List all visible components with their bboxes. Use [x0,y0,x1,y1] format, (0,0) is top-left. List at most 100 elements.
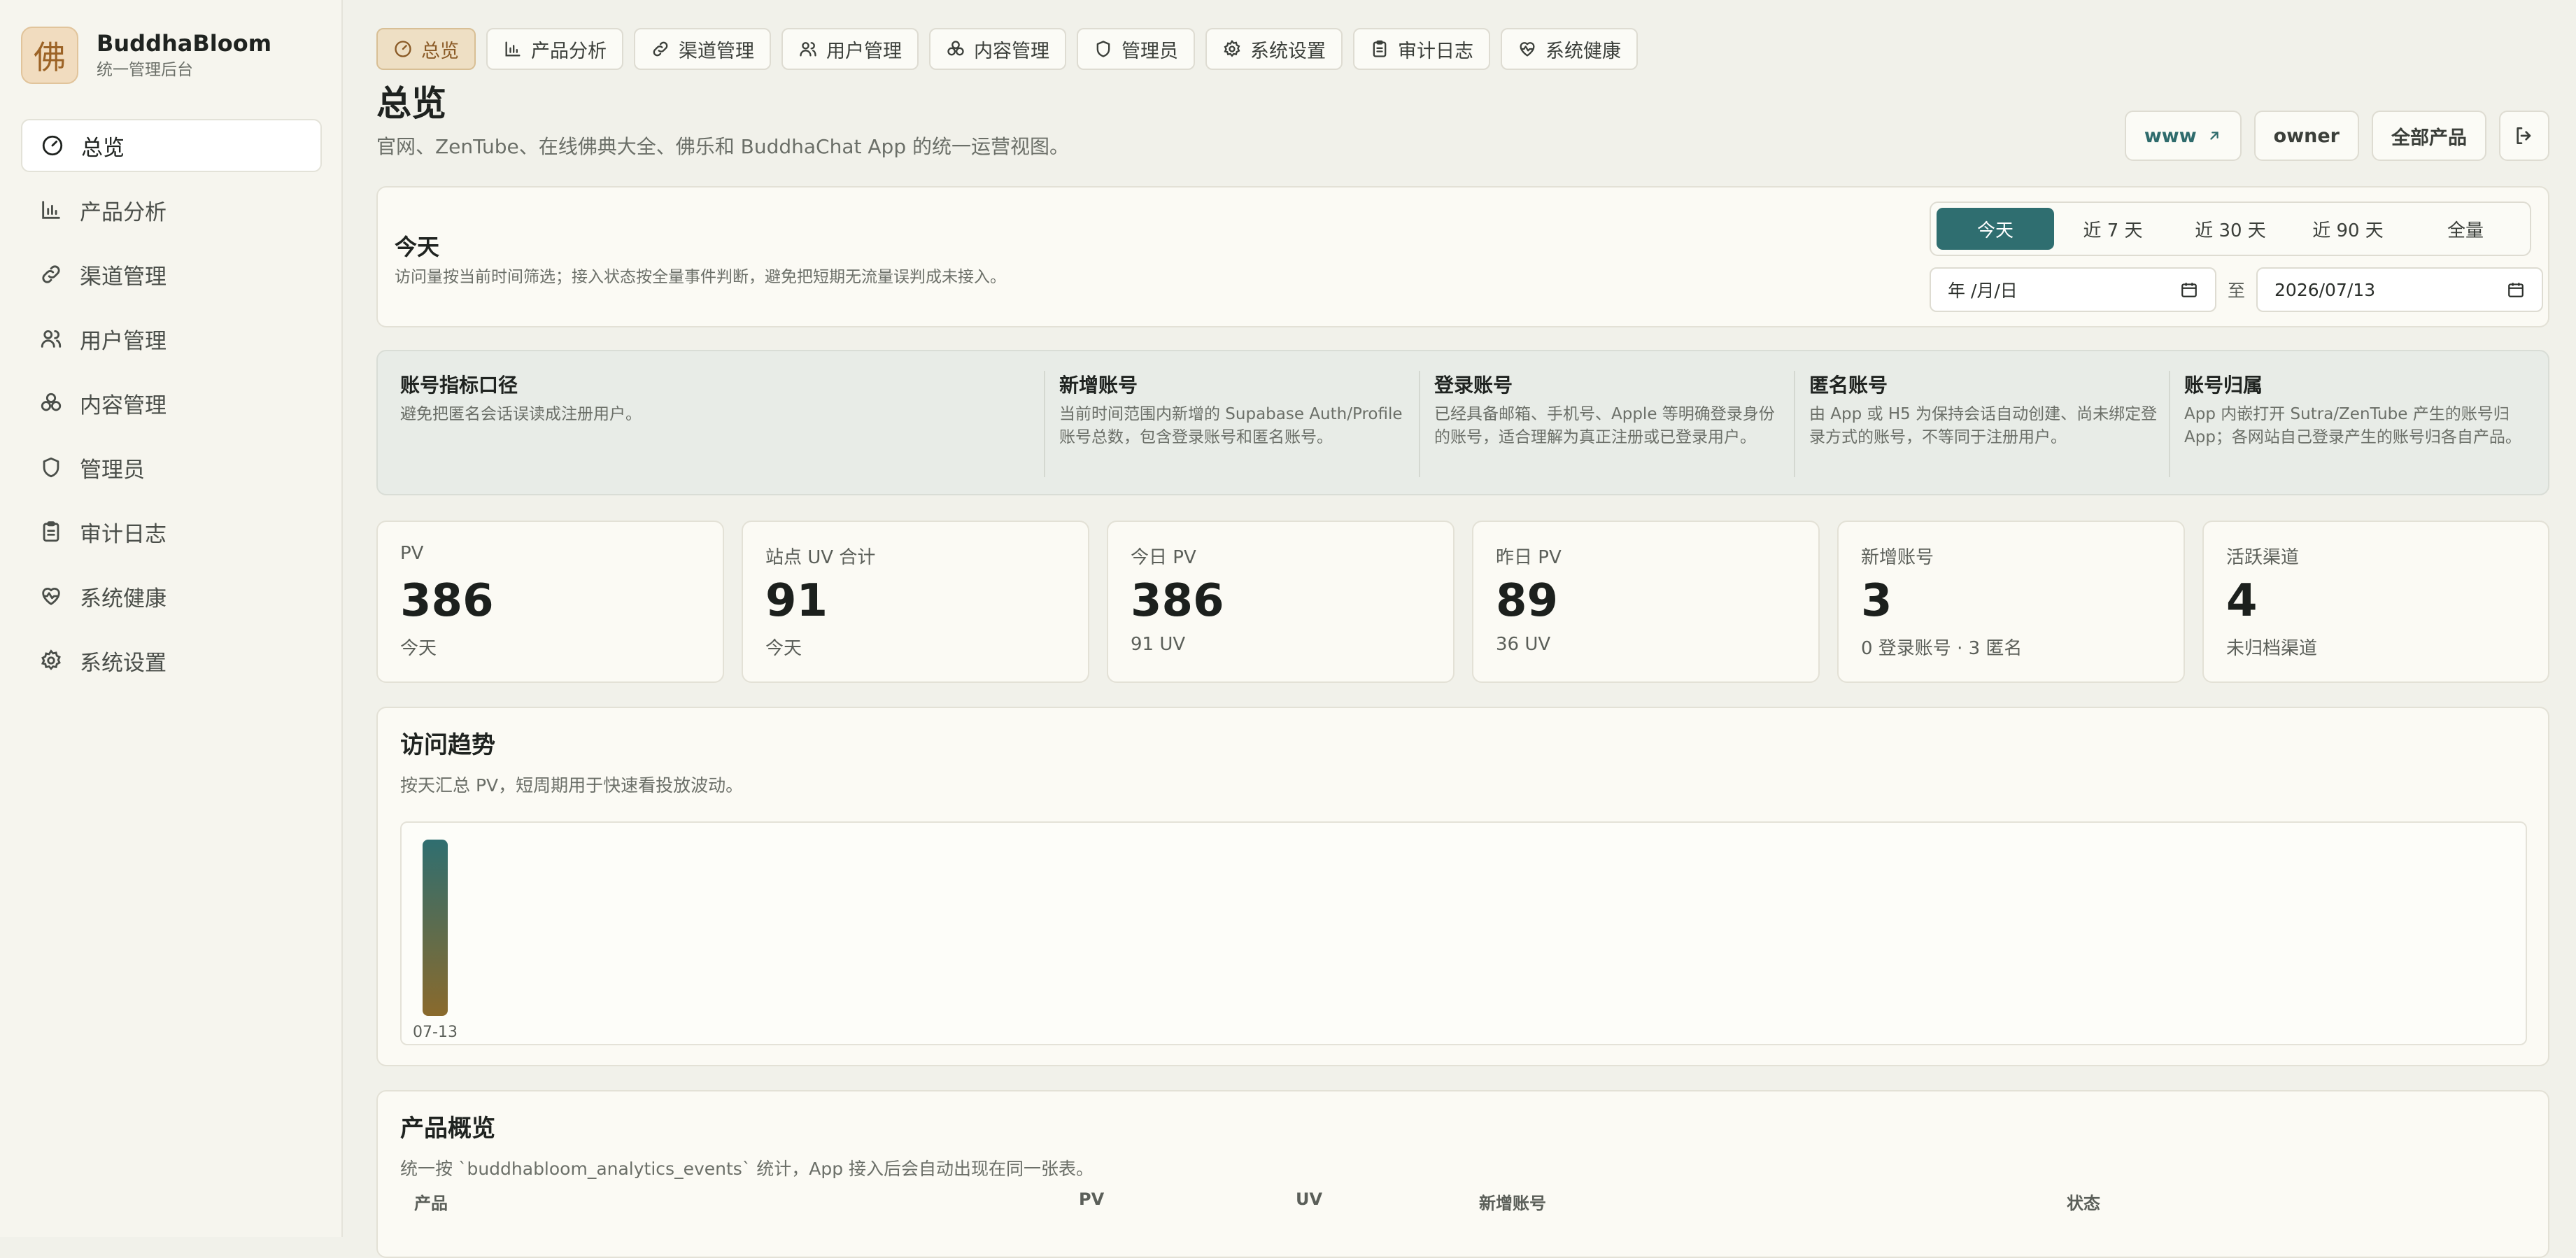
sidebar-item-label: 审计日志 [80,521,167,547]
start-date-input[interactable]: 年 /月/日 [1930,267,2216,312]
stat-card-new-accounts: 新增账号 3 0 登录账号 · 3 匿名 [1837,521,2185,683]
table-header-new-accounts[interactable]: 新增账号 [1479,1189,1546,1214]
tab-label: 审计日志 [1398,40,1473,62]
table-header-pv[interactable]: PV [1079,1189,1104,1209]
range-option-7d[interactable]: 近 7 天 [2054,208,2172,250]
sidebar-item-settings[interactable]: 系统设置 [21,634,322,687]
external-link-icon [2209,132,2218,140]
stat-sub: 36 UV [1496,634,1551,655]
range-card: 今天 访问量按当前时间筛选；接入状态按全量事件判断，避免把短期无流量误判成未接入… [376,186,2549,327]
stat-label: 新增账号 [1861,547,1934,568]
tab-admins[interactable]: 管理员 [1077,28,1195,70]
sidebar-item-label: 管理员 [80,457,145,483]
sidebar-item-product-analysis[interactable]: 产品分析 [21,183,322,236]
divider [2169,371,2170,477]
metric-definition-anonymous-accounts: 匿名账号 由 App 或 H5 为保持会话自动创建、尚未绑定登录方式的账号，不等… [1809,372,2159,449]
stat-value: 89 [1496,575,1559,627]
gear-icon [41,649,61,670]
tab-label: 系统设置 [1250,40,1326,62]
stat-sub: 今天 [400,638,437,659]
sidebar-item-content[interactable]: 内容管理 [21,376,322,430]
metric-definition-text: App 内嵌打开 Sutra/ZenTube 产生的账号归 App；各网站自己登… [2184,405,2521,446]
metric-definition-login-accounts: 登录账号 已经具备邮箱、手机号、Apple 等明确登录身份的账号，适合理解为真正… [1434,372,1784,449]
brand-subtitle: 统一管理后台 [97,61,193,79]
divider [1419,371,1420,477]
gauge-icon [395,41,411,57]
table-header-uv[interactable]: UV [1296,1189,1322,1209]
tab-label: 渠道管理 [679,40,754,62]
clipboard-icon [1373,40,1387,57]
trend-bar[interactable] [423,840,448,1016]
range-selector: 今天 近 7 天 近 30 天 近 90 天 全量 [1930,202,2531,256]
tab-product-analysis[interactable]: 产品分析 [486,28,623,70]
table-header-product[interactable]: 产品 [414,1189,448,1214]
link-icon [42,265,60,283]
metric-definition-title: 登录账号 [1434,374,1513,397]
metric-definition-new-accounts: 新增账号 当前时间范围内新增的 Supabase Auth/Profile 账号… [1059,372,1409,449]
range-option-today[interactable]: 今天 [1937,208,2054,250]
metric-definition-text: 由 App 或 H5 为保持会话自动创建、尚未绑定登录方式的账号，不等同于注册用… [1809,405,2158,446]
trend-description: 按天汇总 PV，短周期用于快速看投放波动。 [400,775,744,796]
trend-chart: 07-13 [400,821,2527,1045]
tab-audit-log[interactable]: 审计日志 [1353,28,1490,70]
cluster-icon [947,41,964,56]
calendar-icon [2181,283,2197,297]
stat-value: 4 [2226,575,2258,627]
tab-users[interactable]: 用户管理 [781,28,919,70]
stat-label: 今日 PV [1131,547,1196,568]
tab-channels[interactable]: 渠道管理 [634,28,771,70]
trend-card: 访问趋势 按天汇总 PV，短周期用于快速看投放波动。 07-13 [376,707,2549,1066]
sidebar-nav: 总览 产品分析 渠道管理 用户管理 内容管理 管理员 审计日志 系统健康 系统设… [21,119,322,698]
sidebar-item-channels[interactable]: 渠道管理 [21,248,322,301]
tab-overview[interactable]: 总览 [376,28,476,70]
stat-card-site-uv: 站点 UV 合计 91 今天 [742,521,1089,683]
end-date-input[interactable]: 2026/07/13 [2256,267,2544,312]
range-option-all[interactable]: 全量 [2407,208,2524,250]
site-link-button[interactable]: www [2124,111,2242,161]
stat-value: 386 [400,575,494,627]
metrics-intro-title: 账号指标口径 [400,374,518,397]
stat-card-pv: PV 386 今天 [376,521,724,683]
stat-label: 活跃渠道 [2226,547,2300,568]
end-date-value: 2026/07/13 [2274,279,2376,300]
role-button[interactable]: owner [2253,111,2359,161]
stat-card-active-channels: 活跃渠道 4 未归档渠道 [2202,521,2549,683]
products-title: 产品概览 [400,1115,495,1143]
site-link-label: www [2144,125,2197,147]
products-description: 统一按 `buddhabloom_analytics_events` 统计，Ap… [400,1159,1094,1179]
bar-chart-icon [42,201,60,219]
metrics-definition-card: 账号指标口径 避免把匿名会话误读成注册用户。 新增账号 当前时间范围内新增的 S… [376,350,2549,495]
sidebar-item-overview[interactable]: 总览 [21,119,322,172]
shield-icon [1096,41,1110,57]
stat-label: 昨日 PV [1496,547,1562,568]
shield-icon [43,457,59,478]
range-option-90d[interactable]: 近 90 天 [2289,208,2407,250]
stat-sub: 今天 [765,638,802,659]
brand[interactable]: 佛 BuddhaBloom 统一管理后台 [21,27,271,84]
product-filter-button[interactable]: 全部产品 [2372,111,2486,161]
sidebar-item-audit-log[interactable]: 审计日志 [21,505,322,558]
stat-card-yesterday-pv: 昨日 PV 89 36 UV [1472,521,1820,683]
stat-value: 91 [765,575,828,627]
stat-sub: 未归档渠道 [2226,638,2318,659]
sidebar-item-label: 总览 [81,135,125,161]
range-option-30d[interactable]: 近 30 天 [2172,208,2289,250]
top-tabs: 总览 产品分析 渠道管理 用户管理 内容管理 管理员 系统设置 审计日志 系统健… [376,28,1648,70]
sidebar-item-users[interactable]: 用户管理 [21,312,322,365]
link-icon [653,41,668,57]
divider [1044,371,1045,477]
users-icon [41,330,62,348]
stat-card-today-pv: 今日 PV 386 91 UV [1107,521,1455,683]
clipboard-icon [43,521,59,542]
tab-system-health[interactable]: 系统健康 [1501,28,1638,70]
tab-content[interactable]: 内容管理 [929,28,1066,70]
tab-label: 总览 [421,40,459,62]
product-filter-label: 全部产品 [2391,127,2467,149]
sidebar-item-admins[interactable]: 管理员 [21,441,322,494]
sidebar-item-system-health[interactable]: 系统健康 [21,570,322,623]
range-title: 今天 [395,234,440,260]
logout-button[interactable] [2499,111,2549,161]
x-tick-label: 07-13 [413,1024,458,1041]
tab-settings[interactable]: 系统设置 [1205,28,1343,70]
table-header-status[interactable]: 状态 [2067,1189,2100,1214]
